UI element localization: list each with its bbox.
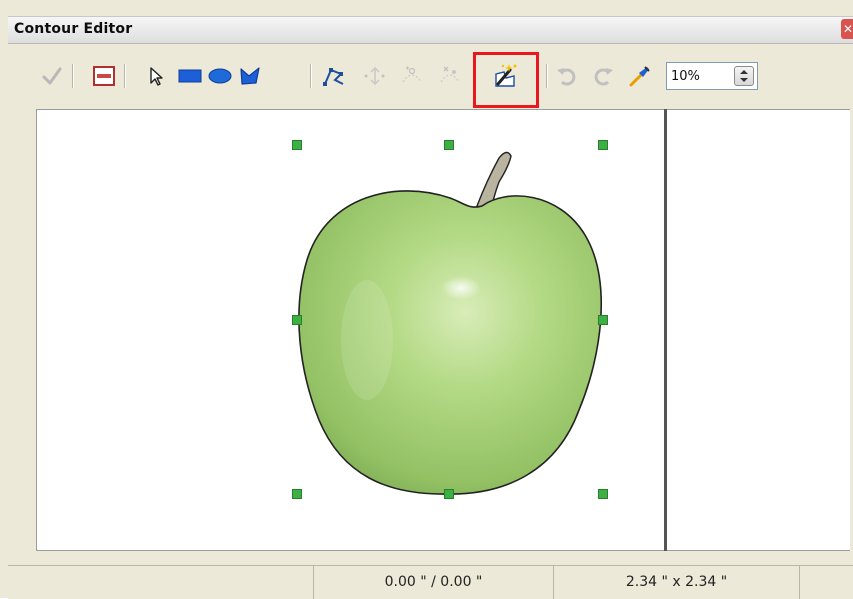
contour-canvas[interactable] (36, 109, 666, 551)
workspace-button[interactable] (90, 62, 118, 90)
status-size: 2.34 " x 2.34 " (554, 566, 800, 599)
undo-button[interactable] (552, 62, 580, 90)
points-icon (323, 68, 344, 86)
polygon-icon (240, 67, 260, 85)
toolbar-separator (72, 64, 74, 88)
resize-handle[interactable] (598, 315, 608, 325)
left-margin (8, 109, 36, 551)
resize-handle[interactable] (292, 489, 302, 499)
resize-handle[interactable] (444, 489, 454, 499)
delete-points-icon (440, 66, 460, 83)
ellipse-button[interactable] (206, 62, 234, 90)
status-cell-empty (8, 566, 314, 599)
delete-points-button[interactable] (436, 62, 464, 90)
pointer-icon (150, 67, 163, 86)
autocontour-highlight (473, 52, 539, 108)
title-bar[interactable]: Contour Editor ✕ (8, 16, 853, 44)
insert-points-button[interactable] (398, 62, 426, 90)
toolbar-separator (310, 64, 312, 88)
resize-handle[interactable] (292, 315, 302, 325)
move-points-button[interactable] (360, 62, 388, 90)
preview-pane (667, 109, 850, 551)
rectangle-icon (178, 69, 202, 83)
apply-button[interactable] (38, 62, 66, 90)
rectangle-button[interactable] (176, 62, 204, 90)
select-button[interactable] (142, 62, 170, 90)
zoom-field[interactable] (666, 62, 758, 90)
apple-highlight (441, 276, 481, 300)
redo-button[interactable] (590, 62, 618, 90)
toolbar-separator (546, 64, 548, 88)
move-points-icon (364, 66, 385, 86)
status-cell-extra (800, 566, 853, 599)
window-title: Contour Editor (14, 21, 133, 37)
polygon-button[interactable] (236, 62, 264, 90)
apple-image (298, 151, 603, 495)
redo-icon (594, 68, 613, 86)
resize-handle[interactable] (598, 140, 608, 150)
contour-editor-window: Contour Editor ✕ 10% 0.00 " / 0.00 " 2.3… (0, 0, 853, 599)
pipette-icon (629, 66, 650, 87)
edit-points-button[interactable] (320, 62, 348, 90)
undo-icon (557, 68, 576, 86)
insert-points-icon (402, 66, 422, 83)
resize-handle[interactable] (598, 489, 608, 499)
workspace-icon (93, 66, 115, 86)
ellipse-icon (208, 68, 232, 84)
check-icon (42, 67, 62, 85)
resize-handle[interactable] (444, 140, 454, 150)
spin-arrows-icon (740, 70, 748, 82)
status-bar: 0.00 " / 0.00 " 2.34 " x 2.34 " (8, 565, 853, 599)
toolbar-separator (124, 64, 126, 88)
zoom-input[interactable] (671, 66, 723, 86)
apple-reflection (341, 280, 393, 400)
resize-handle[interactable] (292, 140, 302, 150)
pipette-button[interactable] (626, 62, 654, 90)
status-position: 0.00 " / 0.00 " (314, 566, 554, 599)
zoom-spin-button[interactable] (734, 66, 754, 86)
close-button[interactable]: ✕ (841, 19, 853, 39)
